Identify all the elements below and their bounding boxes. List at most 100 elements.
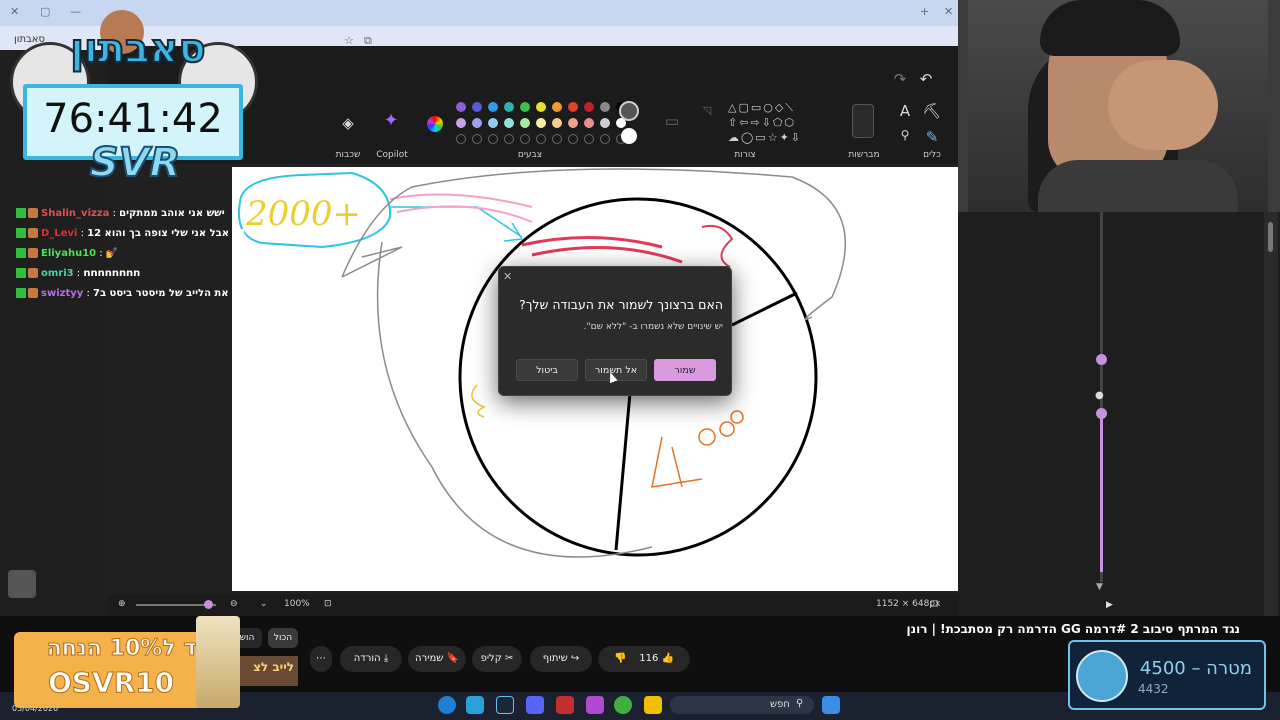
goal-widget: מטרה – 4500 4432 <box>1068 640 1266 710</box>
share-button[interactable]: שיתוף ↪ <box>530 646 592 672</box>
promo-side-text: לייב לצ <box>240 656 298 686</box>
fill-shape-icon[interactable]: ▭ <box>660 112 684 130</box>
more-button[interactable]: ⋯ <box>310 646 332 672</box>
color-swatch[interactable] <box>552 134 562 144</box>
dialog-subtitle: יש שינויים שלא נשמרו ב- "ללא שם". <box>583 322 723 332</box>
file-explorer-icon[interactable] <box>644 696 662 714</box>
orange-zero-1 <box>698 428 716 446</box>
color-swatch[interactable] <box>504 134 514 144</box>
chat-panel <box>958 212 1280 622</box>
brush-icon[interactable] <box>852 104 874 138</box>
gray-arrow <box>341 246 403 278</box>
zoom-out-icon[interactable]: ⊖ <box>230 599 238 609</box>
windows-start-icon[interactable] <box>822 696 840 714</box>
color-swatch[interactable] <box>584 102 594 112</box>
promo-code: OSVR10 <box>47 666 175 700</box>
expand-icon[interactable]: ▶ <box>1106 600 1113 610</box>
color-swatch[interactable] <box>504 118 514 128</box>
fit-icon[interactable]: ⊡ <box>324 599 332 609</box>
chat-scrollbar[interactable] <box>1264 212 1278 622</box>
color-swatch[interactable] <box>504 102 514 112</box>
redo-icon[interactable]: ↷ <box>888 70 912 88</box>
like-icon[interactable]: 👍 <box>662 653 674 664</box>
dialog-close-icon[interactable]: ✕ <box>503 270 512 283</box>
chat-badge-icon <box>28 228 38 238</box>
color-swatch[interactable] <box>456 134 466 144</box>
color-swatch[interactable] <box>552 102 562 112</box>
chat-text: אתה תראה את הלייב של מיסטר ביסט ב7? <box>93 288 290 299</box>
color-swatch[interactable] <box>552 118 562 128</box>
zoom-slider-thumb[interactable] <box>204 600 213 609</box>
color-swatch[interactable] <box>456 118 466 128</box>
size-slider-thumb[interactable] <box>1096 354 1107 365</box>
color-swatch[interactable] <box>472 134 482 144</box>
chat-username[interactable]: Eliyahu10 <box>41 248 96 259</box>
color-swatch[interactable] <box>456 102 466 112</box>
close-icon[interactable]: ✕ <box>10 5 19 18</box>
minimize-icon[interactable]: — <box>70 5 81 18</box>
chat-username[interactable]: swiztyy <box>41 288 83 299</box>
zoom-in-icon[interactable]: ⊕ <box>118 599 126 609</box>
color-swatch[interactable] <box>536 102 546 112</box>
color-swatch[interactable] <box>568 102 578 112</box>
edge-icon[interactable] <box>438 696 456 714</box>
app-icon-1[interactable] <box>586 696 604 714</box>
browser-tab-bar: ✕ ▢ — + ✕ <box>0 0 958 26</box>
color-swatch[interactable] <box>600 118 610 128</box>
video-title[interactable]: הדרמה רק מסתבכת! | רונן GG נגד המרתף סיב… <box>900 622 1240 636</box>
save-video-button[interactable]: שמירה 🔖 <box>408 646 466 672</box>
download-button[interactable]: הורדה ⤓ <box>340 646 402 672</box>
chat-username[interactable]: Shalin_vizza <box>41 208 109 219</box>
chrome-icon[interactable] <box>614 696 632 714</box>
chip-all[interactable]: הכול <box>268 628 298 648</box>
color-swatch[interactable] <box>536 118 546 128</box>
outline-icon[interactable]: ◹ <box>695 104 719 117</box>
pink-lines <box>389 193 533 223</box>
text-tool-icon[interactable]: A <box>893 102 917 120</box>
telegram-icon[interactable] <box>466 696 484 714</box>
window-close-icon[interactable]: ✕ <box>944 5 953 18</box>
color-swatch[interactable] <box>584 118 594 128</box>
color-picker-tool-icon[interactable]: ✎ <box>920 128 944 146</box>
magnifier-icon[interactable]: ⚲ <box>893 128 917 142</box>
paint-status-bar: ⊕ ⊖ ⌄ 100% ⊡ 1152 × 648px ▢ <box>108 594 958 616</box>
color-picker-icon[interactable] <box>427 116 443 132</box>
color-swatch[interactable] <box>568 118 578 128</box>
app-icon-2[interactable] <box>556 696 574 714</box>
color-swatch[interactable] <box>472 118 482 128</box>
search-icon: ⚲ <box>796 698 804 709</box>
save-button[interactable]: שמור <box>654 359 716 381</box>
color-swatch[interactable] <box>488 134 498 144</box>
color-swatch[interactable] <box>520 134 530 144</box>
copilot-icon[interactable]: ✦ <box>379 110 403 131</box>
layers-icon[interactable]: ◈ <box>336 114 360 132</box>
discord-icon[interactable] <box>526 696 544 714</box>
chat-username[interactable]: D_Levi <box>41 228 77 239</box>
color-swatch[interactable] <box>488 118 498 128</box>
color-swatch[interactable] <box>472 102 482 112</box>
color-swatch[interactable] <box>600 102 610 112</box>
cancel-button[interactable]: ביטול <box>516 359 578 381</box>
color-swatch[interactable] <box>520 102 530 112</box>
zoom-dropdown-icon[interactable]: ⌄ <box>260 599 268 609</box>
scroll-down-icon[interactable]: ▼ <box>1096 582 1103 592</box>
color-swatch[interactable] <box>536 134 546 144</box>
chat-separator: : <box>77 228 88 239</box>
taskbar-search[interactable]: חפש ⚲ <box>670 696 814 714</box>
color-swatch[interactable] <box>584 134 594 144</box>
secondary-color-swatch[interactable] <box>621 128 637 144</box>
undo-icon[interactable]: ↶ <box>914 70 938 88</box>
new-tab-icon[interactable]: + <box>920 5 929 18</box>
fill-tool-icon[interactable]: ⛏ <box>920 102 944 120</box>
color-swatch[interactable] <box>520 118 530 128</box>
opacity-slider-thumb[interactable] <box>1096 408 1107 419</box>
color-swatch[interactable] <box>568 134 578 144</box>
primary-color-swatch[interactable] <box>619 101 639 121</box>
chat-username[interactable]: omri3 <box>41 268 74 279</box>
steam-icon[interactable] <box>496 696 514 714</box>
color-swatch[interactable] <box>600 134 610 144</box>
shapes-gallery[interactable]: △▢▭○◇⟍ ⇧⇦⇨⇩⬠⬡ ☁◯▭☆✦⇩ <box>728 100 832 150</box>
dislike-icon[interactable]: 👎 <box>614 653 626 664</box>
clip-button[interactable]: קליפ ✂ <box>472 646 522 672</box>
color-swatch[interactable] <box>488 102 498 112</box>
